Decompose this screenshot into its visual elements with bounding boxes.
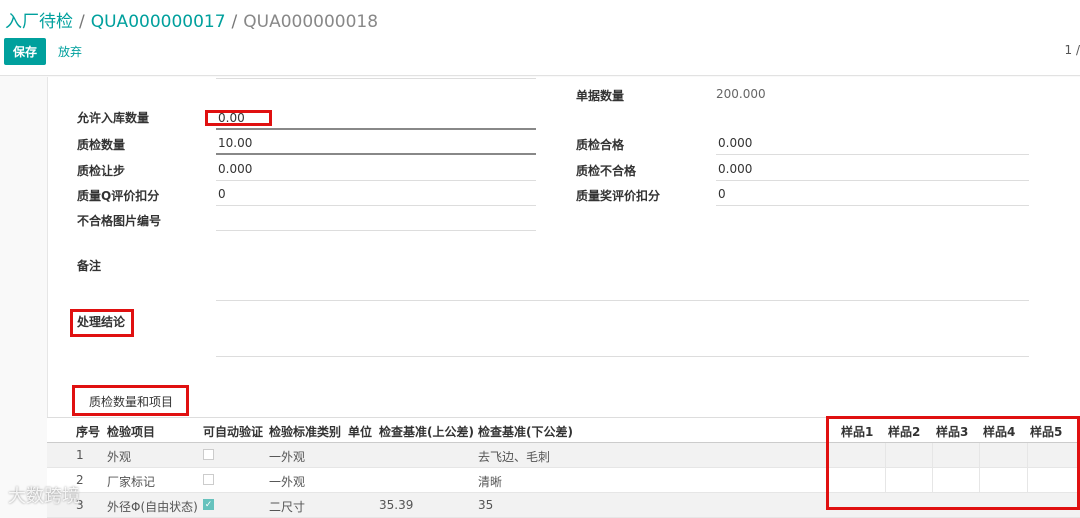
pager-value[interactable]: 1 /	[1065, 43, 1080, 57]
cell-item: 厂家标记	[107, 473, 155, 490]
col-header-no[interactable]: 序号	[76, 423, 100, 440]
breadcrumb-root-link[interactable]: 入厂待检	[5, 12, 73, 32]
table-row[interactable]: 3 外径Φ(自由状态) ✓ 二尺寸 35.39 35	[47, 493, 1080, 518]
col-header-sample2[interactable]: 样品2	[888, 423, 920, 440]
allow-in-qty-label: 允许入库数量	[77, 109, 149, 126]
save-button[interactable]: 保存	[4, 38, 46, 65]
cell-category: 二尺寸	[269, 498, 305, 515]
q-deduct-input[interactable]: 0	[216, 182, 536, 206]
qc-pass-input[interactable]: 0.000	[716, 131, 1029, 155]
col-header-auto[interactable]: 可自动验证	[203, 423, 263, 440]
qc-qty-label: 质检数量	[77, 136, 125, 153]
col-header-sample5[interactable]: 样品5	[1030, 423, 1062, 440]
col-header-sample4[interactable]: 样品4	[983, 423, 1015, 440]
q-reward-label: 质量奖评价扣分	[576, 187, 660, 204]
col-header-upper[interactable]: 检查基准(上公差)	[379, 423, 474, 440]
cell-lower: 去飞边、毛刺	[478, 448, 550, 465]
col-header-sample3[interactable]: 样品3	[936, 423, 968, 440]
watermark: 大数跨境	[8, 482, 80, 508]
auto-verify-checkbox[interactable]	[203, 449, 214, 460]
cell-lower: 35	[478, 498, 493, 512]
sample-cell-divider	[1027, 468, 1028, 493]
breadcrumb-separator: /	[79, 12, 85, 32]
table-row[interactable]: 2 厂家标记 一外观 清晰	[47, 468, 1080, 493]
cell-category: 一外观	[269, 473, 305, 490]
qc-fail-input[interactable]: 0.000	[716, 157, 1029, 181]
col-header-sample1[interactable]: 样品1	[841, 423, 873, 440]
auto-verify-checkbox-checked[interactable]: ✓	[203, 499, 214, 510]
col-header-unit[interactable]: 单位	[348, 423, 372, 440]
sample-cell-divider	[885, 468, 886, 493]
note-label: 备注	[77, 257, 101, 274]
doc-qty-value: 200.000	[716, 87, 766, 101]
reject-image-input[interactable]	[216, 207, 536, 231]
breadcrumb-current: QUA000000018	[243, 12, 378, 32]
table-row[interactable]: 1 外观 一外观 去飞边、毛刺	[47, 443, 1080, 468]
discard-button[interactable]: 放弃	[58, 43, 82, 60]
qc-concession-input[interactable]: 0.000	[216, 157, 536, 181]
table-header: 序号 检验项目 可自动验证 检验标准类别 单位 检查基准(上公差) 检查基准(下…	[47, 417, 1080, 443]
qc-qty-input[interactable]: 10.00	[216, 131, 536, 155]
sample-cell-divider	[979, 468, 980, 493]
breadcrumb-separator: /	[232, 12, 238, 32]
cell-item: 外径Φ(自由状态)	[107, 498, 198, 515]
note-textarea[interactable]	[216, 243, 1029, 301]
doc-qty-label: 单据数量	[576, 87, 624, 104]
sample-cell-divider	[932, 443, 933, 468]
col-header-category[interactable]: 检验标准类别	[269, 423, 341, 440]
qc-fail-label: 质检不合格	[576, 162, 636, 179]
qc-pass-label: 质检合格	[576, 136, 624, 153]
col-header-item[interactable]: 检验项目	[107, 423, 155, 440]
conclusion-textarea[interactable]	[216, 299, 1029, 357]
q-reward-input[interactable]: 0	[716, 182, 1029, 206]
auto-verify-checkbox[interactable]	[203, 474, 214, 485]
col-header-lower[interactable]: 检查基准(下公差)	[478, 423, 573, 440]
cell-category: 一外观	[269, 448, 305, 465]
sample-cell-divider	[932, 468, 933, 493]
q-deduct-label: 质量Q评价扣分	[77, 187, 159, 204]
qc-concession-label: 质检让步	[77, 162, 125, 179]
partial-field-top[interactable]	[216, 55, 536, 79]
sample-cell-divider	[885, 443, 886, 468]
allow-in-qty-input[interactable]: 0.00	[216, 106, 536, 130]
cell-upper: 35.39	[379, 498, 413, 512]
conclusion-label: 处理结论	[77, 313, 125, 330]
control-panel: 入厂待检/QUA000000017/QUA000000018 保存 放弃 1 /	[0, 0, 1080, 76]
cell-no: 1	[76, 448, 84, 462]
breadcrumb-middle-link[interactable]: QUA000000017	[91, 12, 226, 32]
cell-item: 外观	[107, 448, 131, 465]
tab-qc-items[interactable]: 质检数量和项目	[89, 393, 173, 410]
sample-cell-divider	[979, 443, 980, 468]
breadcrumb: 入厂待检/QUA000000017/QUA000000018	[5, 7, 378, 32]
reject-image-label: 不合格图片编号	[77, 212, 161, 229]
sample-cell-divider	[1027, 443, 1028, 468]
cell-lower: 清晰	[478, 473, 502, 490]
